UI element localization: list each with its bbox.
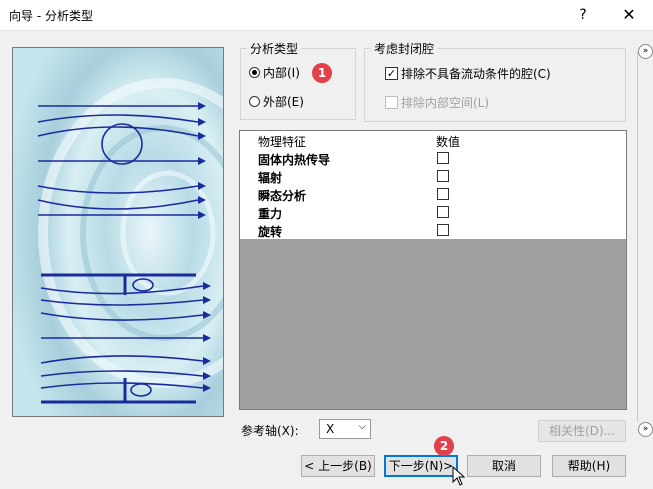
row-checkbox[interactable] <box>437 152 449 164</box>
table-header: 物理特征 数值 <box>240 131 626 149</box>
radio-internal[interactable]: 内部(I) <box>249 64 300 81</box>
checkbox-exclude-internal-space[interactable]: 排除内部空间(L) <box>385 94 489 111</box>
table-row: 瞬态分析 <box>240 185 626 203</box>
exclude-internal-space-label: 排除内部空间(L) <box>401 96 490 110</box>
reference-axis-label: 参考轴(X): <box>241 424 299 438</box>
row-label: 重力 <box>258 207 283 221</box>
window-title: 向导 - 分析类型 <box>9 9 93 23</box>
reference-axis-value: X <box>326 422 335 436</box>
row-checkbox[interactable] <box>437 170 449 182</box>
checkmark-icon: ✓ <box>385 67 398 80</box>
row-checkbox[interactable] <box>437 188 449 200</box>
header-value: 数值 <box>436 135 461 149</box>
radio-internal-label: 内部(I) <box>263 66 300 80</box>
side-divider <box>637 52 638 422</box>
row-label: 旋转 <box>258 225 283 239</box>
row-checkbox[interactable] <box>437 206 449 218</box>
help-button[interactable]: 帮助(H) <box>552 455 626 477</box>
closed-cavities-title: 考虑封闭腔 <box>371 40 438 57</box>
step-badge-2: 2 <box>434 436 454 456</box>
physics-table: 物理特征 数值 固体内热传导 辐射 瞬态分析 重力 旋转 <box>239 130 627 410</box>
radio-unselected-icon <box>249 96 260 107</box>
back-button[interactable]: < 上一步(B) <box>301 455 375 477</box>
radio-external-label: 外部(E) <box>263 95 304 109</box>
analysis-type-group: 分析类型 内部(I) 外部(E) <box>240 40 356 120</box>
row-label: 瞬态分析 <box>258 189 307 203</box>
table-row: 重力 <box>240 203 626 221</box>
illustration-panel <box>12 47 224 417</box>
mouse-cursor-icon <box>452 466 466 486</box>
expand-top-icon[interactable]: » <box>638 44 653 59</box>
dependency-button[interactable]: 相关性(D)... <box>538 420 626 442</box>
step-badge-1: 1 <box>312 63 332 83</box>
checkbox-exclude-cavities[interactable]: ✓ 排除不具备流动条件的腔(C) <box>385 65 551 82</box>
analysis-type-title: 分析类型 <box>247 40 302 57</box>
row-label: 固体内热传导 <box>258 153 331 167</box>
next-button[interactable]: 下一步(N)> <box>384 455 458 477</box>
chevron-down-icon: ⌵ <box>358 421 366 432</box>
table-row: 固体内热传导 <box>240 149 626 167</box>
row-checkbox[interactable] <box>437 224 449 236</box>
help-icon[interactable]: ? <box>560 0 606 30</box>
wizard-dialog: 向导 - 分析类型 ? ✕ 分析类型 内部(I) 外部(E) 1 考虑封闭腔 ✓… <box>0 0 653 489</box>
radio-external[interactable]: 外部(E) <box>249 93 304 110</box>
expand-bottom-icon[interactable]: » <box>638 422 653 437</box>
exclude-cavities-label: 排除不具备流动条件的腔(C) <box>401 67 551 81</box>
closed-cavities-group: 考虑封闭腔 ✓ 排除不具备流动条件的腔(C) 排除内部空间(L) <box>364 40 626 122</box>
row-label: 辐射 <box>258 171 283 185</box>
close-icon[interactable]: ✕ <box>606 0 652 30</box>
table-row: 辐射 <box>240 167 626 185</box>
title-bar: 向导 - 分析类型 ? ✕ <box>0 0 653 31</box>
header-feature: 物理特征 <box>258 135 307 149</box>
cancel-button[interactable]: 取消 <box>467 455 541 477</box>
table-row: 旋转 <box>240 221 626 239</box>
radio-selected-icon <box>249 67 260 78</box>
checkbox-empty-icon <box>385 96 398 109</box>
reference-axis-select[interactable]: X ⌵ <box>319 419 371 439</box>
flow-illustration <box>13 48 223 416</box>
